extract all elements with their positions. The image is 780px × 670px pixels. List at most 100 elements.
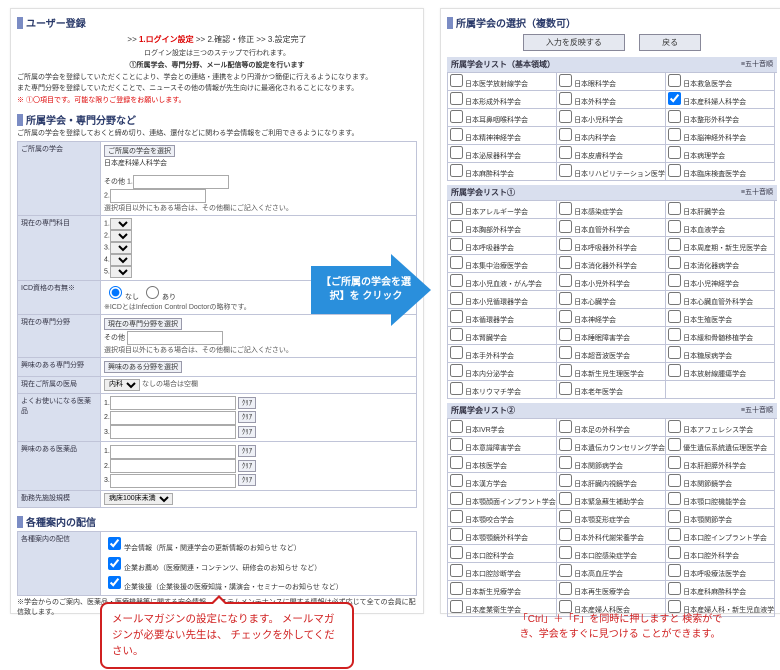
society-checkbox[interactable] <box>559 274 572 287</box>
society-cell[interactable]: 日本顎顔面インプラント学会 <box>448 491 557 509</box>
back-button[interactable]: 戻る <box>639 34 701 51</box>
society-cell[interactable]: 日本循環器学会 <box>448 309 557 327</box>
society-checkbox[interactable] <box>450 146 463 159</box>
society-checkbox[interactable] <box>668 364 681 377</box>
society-checkbox[interactable] <box>668 146 681 159</box>
specialty-1[interactable] <box>110 218 132 230</box>
society-cell[interactable]: 日本皮膚科学会 <box>557 145 666 163</box>
society-checkbox[interactable] <box>450 310 463 323</box>
society-other-2[interactable] <box>110 189 206 203</box>
society-checkbox[interactable] <box>450 564 463 577</box>
society-checkbox[interactable] <box>559 474 572 487</box>
drug-3[interactable] <box>110 425 236 439</box>
society-cell[interactable]: 日本小児外科学会 <box>557 273 666 291</box>
society-checkbox[interactable] <box>559 382 572 395</box>
drug-1-clear[interactable]: ｸﾘｱ <box>238 397 257 409</box>
society-checkbox[interactable] <box>668 128 681 141</box>
society-checkbox[interactable] <box>450 328 463 341</box>
facility-select[interactable]: 病床100床未満 <box>104 493 173 505</box>
apply-button[interactable]: 入力を反映する <box>523 34 625 51</box>
society-cell[interactable]: 日本腎臓学会 <box>448 327 557 345</box>
society-checkbox[interactable] <box>668 328 681 341</box>
society-cell[interactable]: 日本関節病学会 <box>557 455 666 473</box>
society-checkbox[interactable] <box>450 474 463 487</box>
society-checkbox[interactable] <box>450 600 463 613</box>
society-checkbox[interactable] <box>559 238 572 251</box>
society-cell[interactable]: 日本口腔外科学会 <box>666 545 775 563</box>
society-checkbox[interactable] <box>668 474 681 487</box>
society-cell[interactable]: 日本新生児療学会 <box>448 581 557 599</box>
society-checkbox[interactable] <box>450 292 463 305</box>
society-checkbox[interactable] <box>559 128 572 141</box>
society-cell[interactable]: 日本内科学会 <box>557 127 666 145</box>
society-checkbox[interactable] <box>450 582 463 595</box>
society-cell[interactable]: 日本手外科学会 <box>448 345 557 363</box>
society-checkbox[interactable] <box>559 346 572 359</box>
society-cell[interactable]: 優生遺伝系統遺伝理医学会 <box>666 437 775 455</box>
society-checkbox[interactable] <box>668 74 681 87</box>
society-cell[interactable]: 日本生殖医学会 <box>666 309 775 327</box>
specialty-2[interactable] <box>110 230 132 242</box>
society-checkbox[interactable] <box>559 74 572 87</box>
icd-no[interactable] <box>109 286 122 299</box>
drug-3-clear[interactable]: ｸﾘｱ <box>238 426 257 438</box>
society-checkbox[interactable] <box>559 564 572 577</box>
society-cell[interactable]: 日本胸部外科学会 <box>448 219 557 237</box>
society-cell[interactable]: 日本周産期・新生児医学会 <box>666 237 775 255</box>
society-checkbox[interactable] <box>559 110 572 123</box>
society-cell[interactable]: 日本臨床検査医学会 <box>666 163 775 181</box>
society-checkbox[interactable] <box>450 110 463 123</box>
society-checkbox[interactable] <box>559 292 572 305</box>
society-cell[interactable]: 日本外科学会 <box>557 91 666 109</box>
society-cell[interactable]: 日本放射線腫瘍学会 <box>666 363 775 381</box>
society-cell[interactable]: 日本緊急蘇生補助学会 <box>557 491 666 509</box>
society-checkbox[interactable] <box>450 238 463 251</box>
society-checkbox[interactable] <box>668 420 681 433</box>
society-checkbox[interactable] <box>450 510 463 523</box>
mail-ck-1[interactable] <box>108 537 121 550</box>
society-checkbox[interactable] <box>668 564 681 577</box>
society-checkbox[interactable] <box>559 492 572 505</box>
drug-2-clear[interactable]: ｸﾘｱ <box>238 411 257 423</box>
society-cell[interactable]: 日本呼吸療法医学会 <box>666 563 775 581</box>
society-other-1[interactable] <box>133 175 229 189</box>
society-checkbox[interactable] <box>450 164 463 177</box>
society-cell[interactable]: 日本意識障害学会 <box>448 437 557 455</box>
society-checkbox[interactable] <box>559 146 572 159</box>
society-cell[interactable]: 日本呼吸器外科学会 <box>557 237 666 255</box>
society-checkbox[interactable] <box>668 274 681 287</box>
society-cell[interactable]: 日本遺伝カウンセリング学会 <box>557 437 666 455</box>
society-checkbox[interactable] <box>559 364 572 377</box>
society-cell[interactable]: 日本顎顎鏡外科学会 <box>448 527 557 545</box>
society-cell[interactable]: 日本睡眠障害学会 <box>557 327 666 345</box>
society-checkbox[interactable] <box>668 220 681 233</box>
dept-select[interactable]: 内科 <box>104 379 140 391</box>
society-cell[interactable]: 日本呼吸器学会 <box>448 237 557 255</box>
society-cell[interactable]: 日本新生児生理医学会 <box>557 363 666 381</box>
society-cell[interactable]: 日本関節鏡学会 <box>666 473 775 491</box>
society-checkbox[interactable] <box>559 202 572 215</box>
society-checkbox[interactable] <box>559 528 572 541</box>
society-cell[interactable]: 日本緩和骨髄移植学会 <box>666 327 775 345</box>
society-cell[interactable]: 日本顎咬合学会 <box>448 509 557 527</box>
society-checkbox[interactable] <box>559 582 572 595</box>
society-checkbox[interactable] <box>559 510 572 523</box>
society-cell[interactable]: 日本リハビリテーション医学会 <box>557 163 666 181</box>
field-other[interactable] <box>127 331 223 345</box>
society-cell[interactable]: 日本口腔科学会 <box>448 545 557 563</box>
society-cell[interactable]: 日本顎口腔機能学会 <box>666 491 775 509</box>
society-checkbox[interactable] <box>559 328 572 341</box>
society-checkbox[interactable] <box>668 110 681 123</box>
society-cell[interactable]: 日本顎関節学会 <box>666 509 775 527</box>
society-cell[interactable]: 日本神経学会 <box>557 309 666 327</box>
society-cell[interactable]: 日本足の外科学会 <box>557 419 666 437</box>
society-cell[interactable]: 日本眼科学会 <box>557 73 666 91</box>
society-cell[interactable]: 日本IVR学会 <box>448 419 557 437</box>
society-cell[interactable]: 日本麻酔科学会 <box>448 163 557 181</box>
society-cell[interactable]: 日本肝臓学会 <box>666 201 775 219</box>
society-checkbox[interactable] <box>559 456 572 469</box>
society-checkbox[interactable] <box>668 310 681 323</box>
society-cell[interactable]: 日本小児神経学会 <box>666 273 775 291</box>
society-cell[interactable]: 日本小児科学会 <box>557 109 666 127</box>
society-checkbox[interactable] <box>668 510 681 523</box>
